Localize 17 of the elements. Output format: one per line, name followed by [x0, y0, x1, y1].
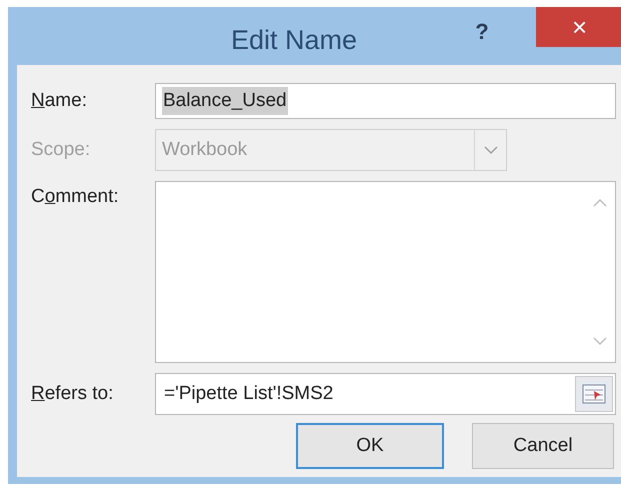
field-value: Balance_Used: [162, 86, 288, 116]
name-input-field[interactable]: Balance_Used: [155, 83, 616, 119]
dialog-button[interactable]: OK: [296, 423, 444, 469]
scroll-up-icon[interactable]: [593, 198, 607, 207]
collapse-dialog-button[interactable]: [575, 376, 613, 412]
comment-text-area[interactable]: [155, 181, 616, 363]
field-label: Refers to:: [31, 382, 114, 404]
dialog-button[interactable]: Cancel: [472, 423, 614, 469]
help-button[interactable]: ?: [470, 15, 494, 48]
field-label: Scope:: [31, 138, 90, 160]
window-title: Edit Name: [230, 24, 358, 57]
field-label: Name:: [31, 90, 87, 111]
close-button[interactable]: ×: [536, 7, 621, 47]
field-label: Comment:: [31, 186, 119, 207]
chevron-down-icon: [484, 146, 498, 154]
scroll-down-icon[interactable]: [593, 337, 607, 346]
range-select-icon: [582, 383, 606, 405]
